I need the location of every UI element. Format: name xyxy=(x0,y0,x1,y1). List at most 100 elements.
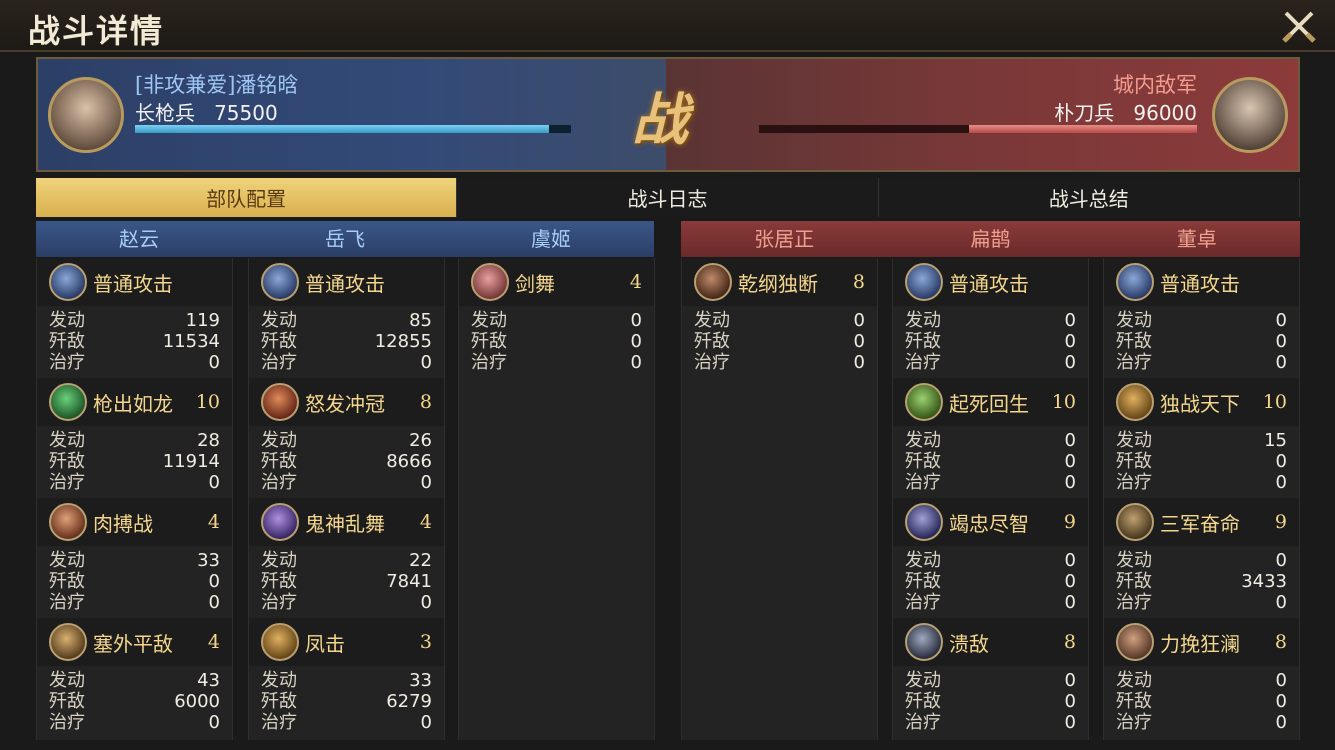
skill-stat-row: 发动 33 xyxy=(49,550,220,571)
stat-label: 发动 xyxy=(905,310,941,331)
stat-value: 22 xyxy=(409,550,432,571)
general-name[interactable]: 张居正 xyxy=(681,221,887,257)
skill-header[interactable]: 普通攻击 xyxy=(1104,258,1299,306)
skill-header[interactable]: 起死回生 10 xyxy=(893,378,1088,426)
general-name[interactable]: 赵云 xyxy=(36,221,242,257)
stat-label: 歼敌 xyxy=(261,571,297,592)
skill-name: 起死回生 xyxy=(949,391,1029,416)
skill-icon[interactable] xyxy=(1116,623,1154,661)
skill-header[interactable]: 普通攻击 xyxy=(893,258,1088,306)
skill-icon[interactable] xyxy=(49,623,87,661)
stat-label: 歼敌 xyxy=(905,331,941,352)
enemy-avatar[interactable] xyxy=(1212,77,1288,153)
skill-level: 8 xyxy=(852,271,865,293)
skill-header[interactable]: 鬼神乱舞 4 xyxy=(249,498,444,546)
tab-battle-log[interactable]: 战斗日志 xyxy=(457,178,879,217)
stat-value: 0 xyxy=(1064,310,1076,331)
stat-label: 歼敌 xyxy=(905,571,941,592)
skill-header[interactable]: 凤击 3 xyxy=(249,618,444,666)
skill-icon[interactable] xyxy=(49,383,87,421)
enemy-panel: 城内敌军 朴刀兵 96000 xyxy=(666,59,1298,170)
tab-troop-config[interactable]: 部队配置 xyxy=(36,178,458,217)
skill-header[interactable]: 普通攻击 xyxy=(37,258,232,306)
stat-value: 12855 xyxy=(374,331,432,352)
skill-entry: 起死回生 10 发动 0 歼敌 0 治疗 0 xyxy=(893,378,1088,498)
skill-icon[interactable] xyxy=(49,503,87,541)
stat-value: 28 xyxy=(197,430,220,451)
skill-header[interactable]: 乾纲独断 8 xyxy=(682,258,877,306)
stat-value: 0 xyxy=(630,352,642,373)
stat-label: 发动 xyxy=(261,550,297,571)
stat-label: 治疗 xyxy=(49,472,85,493)
skill-stat-row: 发动 43 xyxy=(49,670,220,691)
skill-icon[interactable] xyxy=(471,263,509,301)
stat-value: 0 xyxy=(420,592,432,613)
skill-level: 10 xyxy=(1262,391,1287,413)
skill-icon[interactable] xyxy=(905,263,943,301)
stat-value: 0 xyxy=(630,310,642,331)
skill-icon[interactable] xyxy=(261,263,299,301)
skill-icon[interactable] xyxy=(694,263,732,301)
skill-header[interactable]: 三军奋命 9 xyxy=(1104,498,1299,546)
skill-stat-row: 发动 0 xyxy=(905,310,1076,331)
stat-label: 治疗 xyxy=(261,472,297,493)
skill-header[interactable]: 剑舞 4 xyxy=(459,258,654,306)
tab-battle-summary[interactable]: 战斗总结 xyxy=(878,178,1300,217)
skill-header[interactable]: 独战天下 10 xyxy=(1104,378,1299,426)
stat-label: 歼敌 xyxy=(471,331,507,352)
stat-label: 发动 xyxy=(1116,550,1152,571)
stat-label: 发动 xyxy=(261,670,297,691)
stat-label: 治疗 xyxy=(694,352,730,373)
skill-header[interactable]: 溃敌 8 xyxy=(893,618,1088,666)
skill-header[interactable]: 力挽狂澜 8 xyxy=(1104,618,1299,666)
skill-level: 4 xyxy=(207,511,220,533)
stat-label: 发动 xyxy=(49,430,85,451)
general-skill-column: 乾纲独断 8 发动 0 歼敌 0 治疗 0 xyxy=(681,258,878,740)
skill-icon[interactable] xyxy=(905,383,943,421)
stat-label: 歼敌 xyxy=(261,451,297,472)
skill-icon[interactable] xyxy=(261,623,299,661)
skill-stat-row: 发动 0 xyxy=(1116,550,1287,571)
skill-header[interactable]: 竭忠尽智 9 xyxy=(893,498,1088,546)
skill-stat-row: 治疗 0 xyxy=(261,712,432,733)
stat-label: 歼敌 xyxy=(694,331,730,352)
skill-icon[interactable] xyxy=(261,503,299,541)
skill-icon[interactable] xyxy=(1116,383,1154,421)
skill-icon[interactable] xyxy=(1116,263,1154,301)
stat-value: 0 xyxy=(853,331,865,352)
skill-header[interactable]: 普通攻击 xyxy=(249,258,444,306)
skill-header[interactable]: 枪出如龙 10 xyxy=(37,378,232,426)
stat-label: 治疗 xyxy=(1116,712,1152,733)
close-icon[interactable] xyxy=(1281,8,1317,44)
ally-avatar[interactable] xyxy=(48,77,124,153)
skill-entry: 独战天下 10 发动 15 歼敌 0 治疗 0 xyxy=(1104,378,1299,498)
skill-entry: 溃敌 8 发动 0 歼敌 0 治疗 0 xyxy=(893,618,1088,738)
skill-stat-row: 治疗 0 xyxy=(49,592,220,613)
skill-header[interactable]: 肉搏战 4 xyxy=(37,498,232,546)
skill-icon[interactable] xyxy=(49,263,87,301)
stat-label: 治疗 xyxy=(49,352,85,373)
skill-stat-row: 发动 0 xyxy=(1116,310,1287,331)
general-name[interactable]: 岳飞 xyxy=(242,221,448,257)
general-name[interactable]: 扁鹊 xyxy=(887,221,1093,257)
skill-stat-row: 治疗 0 xyxy=(49,352,220,373)
ally-hp-bar xyxy=(135,125,549,133)
skill-header[interactable]: 塞外平敌 4 xyxy=(37,618,232,666)
skill-header[interactable]: 怒发冲冠 8 xyxy=(249,378,444,426)
skill-name: 竭忠尽智 xyxy=(949,511,1029,536)
skill-icon[interactable] xyxy=(905,623,943,661)
skill-stat-row: 治疗 0 xyxy=(1116,712,1287,733)
skill-level: 9 xyxy=(1063,511,1076,533)
general-name[interactable]: 董卓 xyxy=(1094,221,1300,257)
skill-entry: 鬼神乱舞 4 发动 22 歼敌 7841 治疗 0 xyxy=(249,498,444,618)
skill-stat-row: 歼敌 0 xyxy=(905,331,1076,352)
skill-icon[interactable] xyxy=(905,503,943,541)
skill-entry: 三军奋命 9 发动 0 歼敌 3433 治疗 0 xyxy=(1104,498,1299,618)
skill-entry: 凤击 3 发动 33 歼敌 6279 治疗 0 xyxy=(249,618,444,738)
general-name[interactable]: 虞姬 xyxy=(448,221,654,257)
skill-icon[interactable] xyxy=(261,383,299,421)
skill-icon[interactable] xyxy=(1116,503,1154,541)
stat-value: 0 xyxy=(1064,670,1076,691)
ally-troop: 长枪兵 75500 xyxy=(135,97,278,126)
skill-stat-row: 发动 0 xyxy=(905,430,1076,451)
